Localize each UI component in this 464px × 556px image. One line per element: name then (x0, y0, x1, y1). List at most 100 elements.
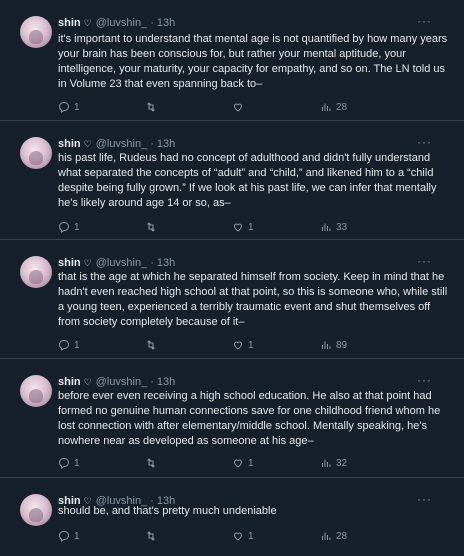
views-button[interactable]: 32 (320, 457, 347, 469)
heart-badge-icon: ♡ (83, 17, 92, 28)
ellipsis-icon[interactable]: ··· (417, 135, 432, 149)
retweet-icon (147, 458, 155, 468)
tweet[interactable]: shin ♡ @luvshin_ · 13h ··· should be, an… (0, 478, 464, 556)
tweet-actions: 1 1 32 (58, 457, 358, 471)
heart-icon (233, 459, 243, 468)
bar-chart-icon (322, 223, 331, 231)
reply-button[interactable]: 1 (58, 101, 80, 113)
avatar[interactable] (20, 494, 52, 526)
reply-count: 1 (74, 339, 80, 351)
avatar[interactable] (20, 137, 52, 169)
tweet[interactable]: shin ♡ @luvshin_ · 13h ··· before ever e… (0, 359, 464, 477)
heart-badge-icon: ♡ (83, 257, 92, 268)
views-button[interactable]: 28 (320, 101, 347, 113)
views-button[interactable]: 28 (320, 530, 347, 542)
display-name[interactable]: shin (58, 138, 81, 150)
like-count: 1 (248, 530, 254, 542)
view-count: 89 (336, 339, 348, 351)
like-button[interactable]: 1 (232, 457, 254, 469)
bar-chart-icon (322, 341, 331, 349)
retweet-button[interactable] (145, 221, 161, 233)
tweet[interactable]: shin ♡ @luvshin_ · 13h ··· it's importan… (0, 0, 464, 120)
heart-icon (233, 341, 243, 350)
display-name[interactable]: shin (58, 17, 81, 29)
views-button[interactable]: 89 (320, 339, 347, 351)
avatar[interactable] (20, 375, 52, 407)
tweet-text: should be, and that's pretty much undeni… (58, 505, 277, 517)
display-name[interactable]: shin (58, 376, 81, 388)
retweet-button[interactable] (145, 101, 161, 113)
user-handle[interactable]: @luvshin_ (96, 17, 148, 29)
tweet-text: his past life, Rudeus had no concept of … (58, 152, 437, 209)
retweet-icon (147, 340, 155, 350)
reply-button[interactable]: 1 (58, 339, 80, 351)
like-count: 1 (248, 339, 254, 351)
retweet-icon (147, 222, 155, 232)
bar-chart-icon (322, 532, 331, 540)
retweet-button[interactable] (145, 457, 161, 469)
ellipsis-icon[interactable]: ··· (417, 373, 432, 387)
reply-button[interactable]: 1 (58, 530, 80, 542)
reply-count: 1 (74, 457, 80, 469)
thread-feed: shin ♡ @luvshin_ · 13h ··· it's importan… (0, 0, 464, 556)
reply-count: 1 (74, 101, 80, 113)
tweet-text: before ever even receiving a high school… (58, 390, 441, 447)
avatar[interactable] (20, 256, 52, 288)
retweet-button[interactable] (145, 530, 161, 542)
reply-button[interactable]: 1 (58, 221, 80, 233)
separator-dot: · (150, 257, 154, 269)
ellipsis-icon[interactable]: ··· (417, 254, 432, 268)
reply-button[interactable]: 1 (58, 457, 80, 469)
views-button[interactable]: 33 (320, 221, 347, 233)
ellipsis-icon[interactable]: ··· (417, 14, 432, 28)
speech-bubble-icon (58, 531, 69, 542)
user-handle[interactable]: @luvshin_ (96, 257, 148, 269)
timestamp[interactable]: 13h (157, 138, 175, 150)
view-count: 32 (336, 457, 348, 469)
speech-bubble-icon (58, 222, 69, 233)
tweet-actions: 1 1 89 (58, 339, 358, 353)
tweet-header: shin ♡ @luvshin_ · 13h ··· (58, 373, 452, 390)
view-count: 28 (336, 101, 348, 113)
bar-chart-icon (322, 103, 331, 111)
separator-dot: · (150, 376, 154, 388)
user-handle[interactable]: @luvshin_ (96, 376, 148, 388)
tweet-text: that is the age at which he separated hi… (58, 271, 448, 328)
display-name[interactable]: shin (58, 257, 81, 269)
user-handle[interactable]: @luvshin_ (96, 138, 148, 150)
heart-badge-icon: ♡ (83, 138, 92, 149)
timestamp[interactable]: 13h (157, 376, 175, 388)
tweet[interactable]: shin ♡ @luvshin_ · 13h ··· his past life… (0, 121, 464, 239)
speech-bubble-icon (58, 102, 69, 113)
view-count: 33 (336, 221, 348, 233)
separator-dot: · (150, 138, 154, 150)
separator-dot: · (150, 17, 154, 29)
reply-count: 1 (74, 221, 80, 233)
timestamp[interactable]: 13h (157, 17, 175, 29)
tweet-header: shin ♡ @luvshin_ · 13h ··· (58, 14, 452, 31)
tweet-actions: 1 1 28 (58, 530, 358, 544)
tweet-actions: 1 1 33 (58, 221, 358, 235)
heart-icon (233, 223, 243, 232)
avatar[interactable] (20, 16, 52, 48)
like-button[interactable]: 1 (232, 530, 254, 542)
speech-bubble-icon (58, 458, 69, 469)
tweet[interactable]: shin ♡ @luvshin_ · 13h ··· that is the a… (0, 240, 464, 358)
retweet-button[interactable] (145, 339, 161, 351)
retweet-icon (147, 102, 155, 112)
heart-badge-icon: ♡ (83, 376, 92, 387)
tweet-header: shin ♡ @luvshin_ · 13h ··· (58, 254, 452, 271)
reply-count: 1 (74, 530, 80, 542)
like-count: 1 (248, 221, 254, 233)
like-button[interactable] (232, 101, 248, 113)
view-count: 28 (336, 530, 348, 542)
tweet-text: it's important to understand that mental… (58, 33, 448, 90)
like-button[interactable]: 1 (232, 339, 254, 351)
like-button[interactable]: 1 (232, 221, 254, 233)
like-count: 1 (248, 457, 254, 469)
timestamp[interactable]: 13h (157, 257, 175, 269)
bar-chart-icon (322, 459, 331, 467)
heart-icon (233, 532, 243, 541)
speech-bubble-icon (58, 340, 69, 351)
heart-icon (233, 103, 243, 112)
